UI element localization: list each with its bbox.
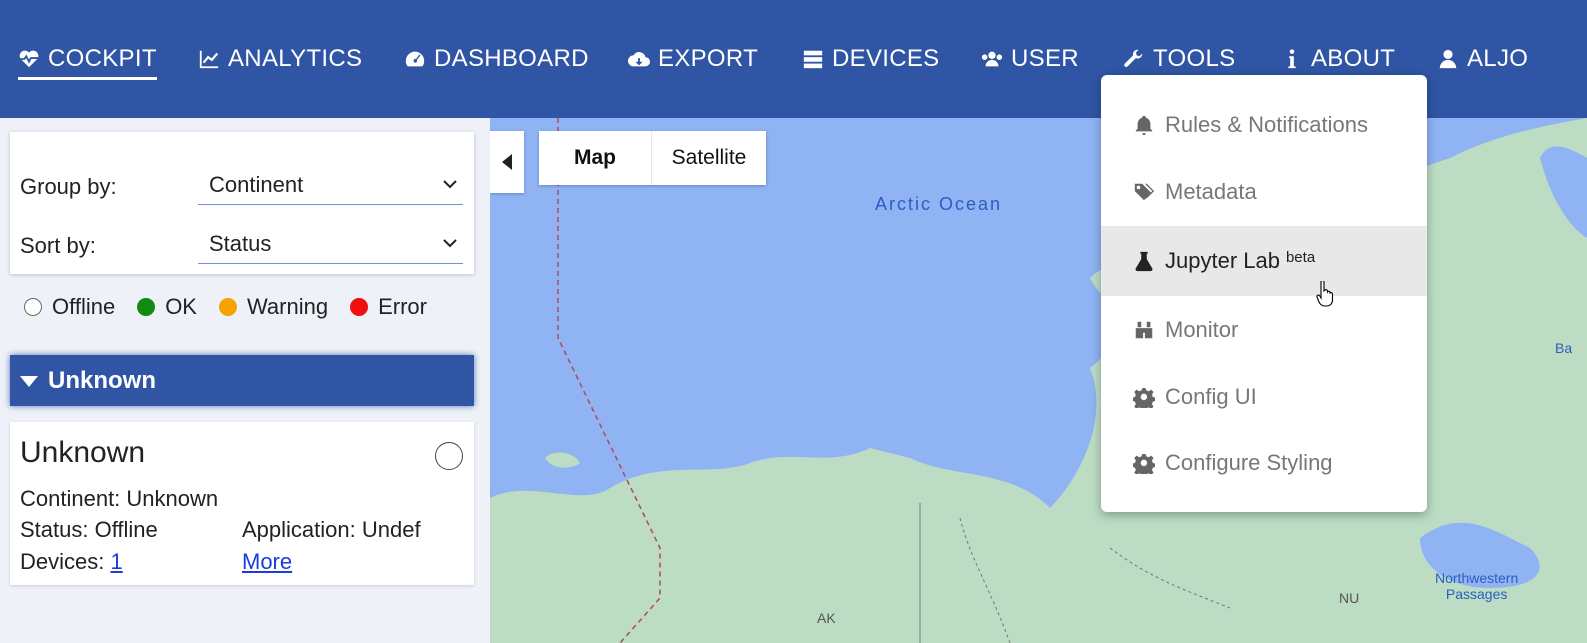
legend-label: Warning (246, 294, 329, 319)
nav-user-account[interactable]: ALJO (1437, 40, 1528, 78)
flask-icon (1135, 251, 1153, 272)
legend-item-warning: Warning (218, 294, 329, 320)
group-header-label: Unknown (48, 366, 156, 394)
nav-label: USER (1011, 45, 1079, 72)
legend-label: OK (165, 294, 197, 319)
warning-dot-icon (218, 298, 237, 316)
menu-item-configure-styling[interactable]: Configure Styling (1101, 428, 1427, 498)
filter-panel: Group by: Continent Sort by: Status (10, 132, 474, 274)
cloud-download-icon (628, 52, 650, 67)
gear-icon (1133, 388, 1155, 408)
legend-item-offline: Offline (24, 294, 115, 320)
menu-item-jupyter-lab[interactable]: Jupyter Lab beta (1101, 226, 1427, 296)
more-link[interactable]: More (242, 549, 292, 574)
legend-item-error: Error (350, 294, 427, 320)
card-status: Status: Offline (20, 517, 158, 542)
edge-map-label: Ba (1555, 340, 1573, 356)
nav-analytics[interactable]: ANALYTICS (198, 40, 362, 78)
bell-icon (1135, 115, 1153, 136)
nav-dashboard[interactable]: DASHBOARD (404, 40, 589, 78)
legend-label: Error (378, 294, 427, 319)
hand-pointer-cursor-icon (1316, 281, 1334, 307)
nav-user[interactable]: USER (981, 40, 1079, 78)
ok-dot-icon (137, 298, 156, 316)
card-devices: Devices: 1 (20, 549, 123, 575)
nav-cockpit[interactable]: COCKPIT (18, 40, 157, 80)
user-icon (1439, 49, 1457, 69)
tags-icon (1134, 183, 1155, 201)
wrench-icon (1124, 49, 1143, 67)
menu-item-label: Metadata (1165, 179, 1257, 204)
menu-item-config-ui[interactable]: Config UI (1101, 362, 1427, 432)
nav-label: TOOLS (1153, 45, 1236, 72)
server-icon (803, 50, 823, 69)
map-type-map-button[interactable]: Map (539, 131, 652, 185)
nav-label: ALJO (1467, 45, 1529, 72)
status-dot-icon (435, 442, 463, 470)
menu-item-label: Rules & Notifications (1165, 112, 1368, 137)
sort-by-label: Sort by: (20, 233, 96, 258)
beta-badge: beta (1285, 248, 1316, 266)
region-label-nu: NU (1339, 590, 1360, 606)
binoculars-icon (1135, 321, 1153, 339)
heartbeat-icon (19, 50, 39, 68)
sidebar: Group by: Continent Sort by: Status Offl… (0, 118, 490, 643)
passages-label: Northwestern Passages (1435, 570, 1518, 602)
nav-label: ANALYTICS (228, 45, 363, 72)
nav-label: DEVICES (832, 45, 940, 72)
devices-label: Devices: (20, 549, 105, 574)
card-continent: Continent: Unknown (20, 486, 219, 511)
group-header-unknown[interactable]: Unknown (10, 355, 474, 406)
menu-item-label: Configure Styling (1165, 450, 1333, 475)
nav-about[interactable]: ABOUT (1281, 40, 1395, 78)
sort-by-value: Status (209, 230, 272, 256)
group-by-select[interactable]: Continent (198, 165, 463, 205)
region-label-ak: AK (817, 610, 836, 626)
card-application: Application: Undef (242, 517, 421, 542)
tools-dropdown-menu: Rules & Notifications Metadata Jupyter L… (1101, 75, 1427, 512)
menu-item-rules-notifications[interactable]: Rules & Notifications (1101, 90, 1427, 160)
legend-label: Offline (52, 294, 116, 319)
nav-label: ABOUT (1311, 45, 1396, 72)
caret-down-icon (20, 375, 38, 387)
nav-export[interactable]: EXPORT (628, 40, 758, 78)
card-more: More (242, 549, 292, 575)
map-type-control: Map Satellite (539, 131, 766, 185)
group-card[interactable]: Unknown Continent: Unknown Status: Offli… (10, 422, 474, 585)
status-legend: Offline OK Warning Error (24, 294, 449, 320)
nav-label: EXPORT (658, 45, 759, 72)
offline-dot-icon (24, 298, 42, 316)
tachometer-icon (405, 51, 425, 67)
nav-label: DASHBOARD (434, 45, 589, 72)
group-by-value: Continent (209, 171, 304, 197)
ocean-label: Arctic Ocean (875, 194, 1003, 214)
chevron-down-icon (443, 239, 457, 248)
devices-count-link[interactable]: 1 (110, 549, 122, 574)
legend-item-ok: OK (137, 294, 197, 320)
nav-label: COCKPIT (48, 45, 157, 72)
error-dot-icon (350, 298, 369, 316)
map-type-satellite-button[interactable]: Satellite (652, 131, 766, 185)
card-title: Unknown (20, 436, 146, 469)
sort-by-select[interactable]: Status (198, 224, 463, 264)
menu-item-label: Jupyter Lab (1165, 248, 1280, 273)
passages-label-line1: Northwestern (1435, 570, 1519, 586)
menu-item-monitor[interactable]: Monitor (1101, 295, 1427, 365)
passages-label-line2: Passages (1445, 586, 1508, 602)
gear-icon (1133, 454, 1155, 474)
caret-left-icon (502, 154, 512, 170)
collapse-sidebar-button[interactable] (490, 131, 524, 193)
menu-item-label: Monitor (1165, 317, 1239, 342)
menu-item-label: Config UI (1165, 384, 1257, 409)
info-icon (1288, 49, 1296, 69)
chevron-down-icon (443, 180, 457, 189)
line-chart-icon (199, 50, 219, 69)
nav-devices[interactable]: DEVICES (802, 40, 939, 78)
users-icon (981, 51, 1003, 67)
menu-item-metadata[interactable]: Metadata (1101, 157, 1427, 227)
group-by-label: Group by: (20, 174, 117, 199)
nav-tools[interactable]: TOOLS (1123, 40, 1235, 78)
